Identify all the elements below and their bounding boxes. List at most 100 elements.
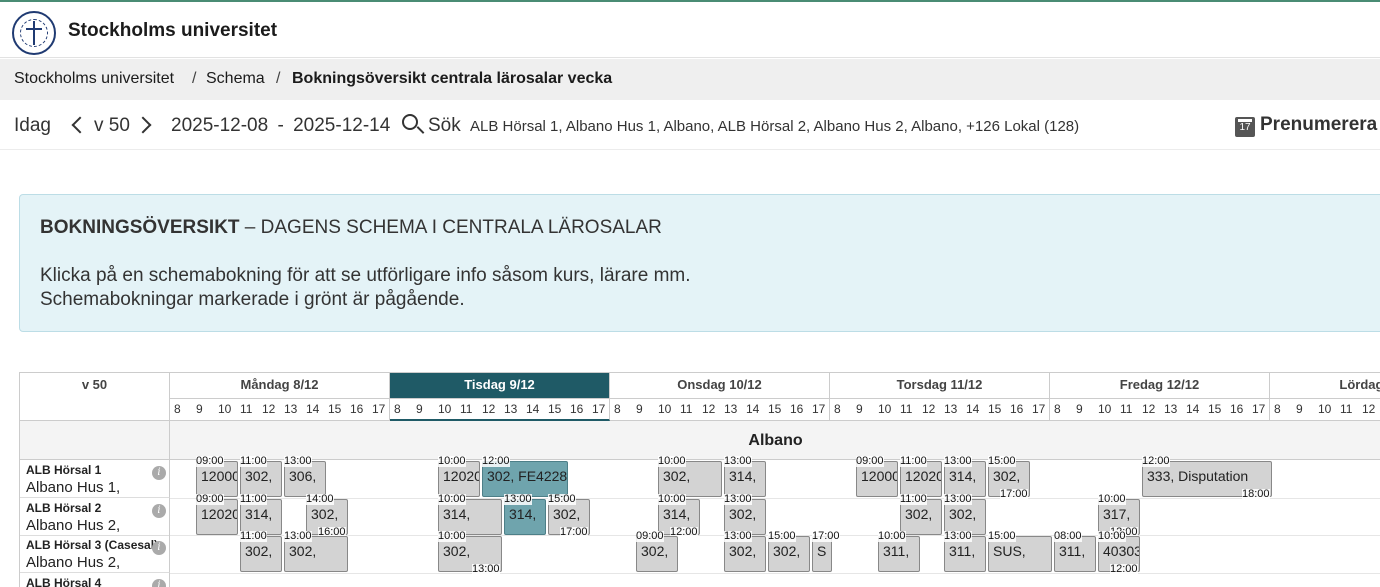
- info-icon[interactable]: i: [152, 541, 166, 555]
- room-building: Albano Hus 1,: [26, 479, 121, 496]
- day-name[interactable]: Fredag 12/12: [1050, 373, 1269, 399]
- hour-tick-label: 15: [548, 402, 562, 416]
- booking-start-time: 09:00: [196, 492, 224, 505]
- day-column-header[interactable]: Tisdag 9/12 8 9 10 11 12 13 14 15 16 17: [390, 373, 610, 421]
- hour-tick-label: 9: [1296, 402, 1303, 416]
- booking-end-time: 12:00: [1110, 563, 1138, 575]
- booking-start-time: 13:00: [724, 492, 752, 505]
- booking-start-time: 09:00: [196, 455, 224, 467]
- search-filter-summary[interactable]: ALB Hörsal 1, Albano Hus 1, Albano, ALB …: [470, 118, 1079, 135]
- search-button[interactable]: Sök: [428, 115, 461, 137]
- brand-name[interactable]: Stockholms universitet: [68, 20, 277, 42]
- breadcrumb-link-home[interactable]: Stockholms universitet: [14, 70, 174, 88]
- hour-tick-label: 17: [1252, 402, 1266, 416]
- info-title: BOKNINGSÖVERSIKT – DAGENS SCHEMA I CENTR…: [40, 217, 662, 239]
- booking-start-time: 13:00: [724, 455, 752, 467]
- hour-tick-label: 8: [174, 402, 181, 416]
- day-column-header[interactable]: Torsdag 11/12 8 9 10 11 12 13 14 15 16 17: [830, 373, 1050, 421]
- info-icon[interactable]: i: [152, 503, 166, 518]
- booking-start-time: 17:00: [812, 530, 840, 542]
- region-spacer: [20, 421, 170, 460]
- day-name[interactable]: Måndag 8/12: [170, 373, 389, 399]
- day-name[interactable]: Tisdag 9/12: [390, 373, 609, 399]
- hour-tick-label: 8: [614, 402, 621, 416]
- hour-tick-label: 10: [878, 402, 892, 416]
- hour-tick-label: 11: [1340, 402, 1353, 416]
- hour-tick-label: 16: [1010, 402, 1024, 416]
- hour-tick-label: 9: [196, 402, 203, 416]
- hour-tick-label: 13: [504, 402, 518, 416]
- breadcrumb-separator: /: [192, 70, 197, 87]
- booking-start-time: 15:00: [988, 530, 1016, 542]
- day-name[interactable]: Lördag 13/12: [1270, 373, 1380, 399]
- booking-start-time: 15:00: [768, 530, 796, 542]
- booking-start-time: 10:00: [438, 455, 466, 467]
- hour-tick-label: 13: [944, 402, 958, 416]
- hour-tick-label: 17: [812, 402, 826, 416]
- date-dash: -: [277, 115, 284, 136]
- room-row-label[interactable]: ALB Hörsal 4 i: [20, 572, 170, 587]
- day-column-header[interactable]: Onsdag 10/12 8 9 10 11 12 13 14 15 16 17: [610, 373, 830, 421]
- date-range[interactable]: 2025-12-08 - 2025-12-14: [171, 115, 390, 137]
- info-icon[interactable]: i: [152, 578, 166, 587]
- info-line-2: Schemabokningar markerade i grönt är påg…: [40, 289, 465, 310]
- breadcrumb: Stockholms universitet / Schema / Boknin…: [0, 59, 1380, 100]
- row-divider: [170, 572, 1380, 574]
- hour-tick-label: 14: [966, 402, 980, 416]
- booking-end-time: 18:00: [1242, 488, 1270, 500]
- hour-tick-label: 8: [1274, 402, 1281, 416]
- schedule-toolbar: Idag v 50 2025-12-08 - 2025-12-14 Sök AL…: [0, 100, 1380, 150]
- hour-tick-label: 10: [218, 402, 232, 416]
- region-label: Albano: [170, 421, 1380, 460]
- hour-tick-label: 15: [768, 402, 782, 416]
- day-name[interactable]: Onsdag 10/12: [610, 373, 829, 399]
- room-row-label[interactable]: ALB Hörsal 1 Albano Hus 1, i: [20, 460, 170, 498]
- booking-start-time: 13:00: [944, 530, 972, 542]
- booking-start-time: 11:00: [900, 455, 927, 467]
- hour-tick-label: 12: [262, 402, 276, 416]
- booking-start-time: 10:00: [1098, 530, 1126, 542]
- room-building: Albano Hus 2,: [26, 516, 121, 534]
- booking-start-time: 14:00: [306, 492, 334, 505]
- hour-tick-label: 13: [284, 402, 298, 416]
- hour-tick-label: 17: [1032, 402, 1046, 416]
- booking-start-time: 12:00: [1142, 455, 1170, 467]
- day-column-header[interactable]: Fredag 12/12 8 9 10 11 12 13 14 15 16 17: [1050, 373, 1270, 421]
- room-row-label[interactable]: ALB Hörsal 3 (Casesal) Albano Hus 2, i: [20, 535, 170, 573]
- booking-start-time: 09:00: [636, 530, 664, 542]
- booking-start-time: 09:00: [856, 455, 884, 467]
- search-icon[interactable]: [402, 114, 418, 130]
- day-name[interactable]: Torsdag 11/12: [830, 373, 1049, 399]
- hour-tick-label: 9: [1076, 402, 1083, 416]
- calendar-icon[interactable]: 17: [1235, 117, 1255, 137]
- hour-tick-label: 13: [1164, 402, 1178, 416]
- info-panel: BOKNINGSÖVERSIKT – DAGENS SCHEMA I CENTR…: [19, 194, 1380, 332]
- breadcrumb-link-schema[interactable]: Schema: [206, 70, 265, 88]
- hour-tick-label: 11: [240, 402, 253, 416]
- university-logo-icon[interactable]: [12, 11, 56, 55]
- booking-end-time: 17:00: [560, 525, 588, 538]
- day-column-header[interactable]: Måndag 8/12 8 9 10 11 12 13 14 15 16 17: [170, 373, 390, 421]
- booking-start-time: 10:00: [1098, 492, 1126, 505]
- room-row-label[interactable]: ALB Hörsal 2 Albano Hus 2, i: [20, 497, 170, 536]
- hour-tick-label: 9: [856, 402, 863, 416]
- hour-tick-label: 11: [460, 402, 473, 416]
- info-icon[interactable]: i: [152, 466, 166, 480]
- booking-start-time: 11:00: [240, 455, 267, 467]
- room-name: ALB Hörsal 2: [26, 500, 102, 515]
- date-from: 2025-12-08: [171, 115, 269, 136]
- hour-tick-label: 12: [702, 402, 716, 416]
- subscribe-button[interactable]: Prenumerera: [1260, 114, 1377, 136]
- today-button[interactable]: Idag: [14, 115, 51, 137]
- booking-end-time: 13:00: [472, 563, 500, 575]
- hour-tick-label: 12: [1142, 402, 1156, 416]
- hour-tick-label: 17: [592, 402, 606, 416]
- row-divider: [170, 497, 1380, 499]
- hour-tick-label: 15: [1208, 402, 1222, 416]
- chevron-right-icon[interactable]: [134, 116, 152, 134]
- chevron-left-icon[interactable]: [71, 116, 89, 134]
- booking-start-time: 10:00: [658, 492, 686, 505]
- booking-start-time: 13:00: [504, 492, 532, 505]
- booking-start-time: 10:00: [438, 530, 466, 542]
- day-column-header[interactable]: Lördag 13/12891011121314151617: [1270, 373, 1380, 421]
